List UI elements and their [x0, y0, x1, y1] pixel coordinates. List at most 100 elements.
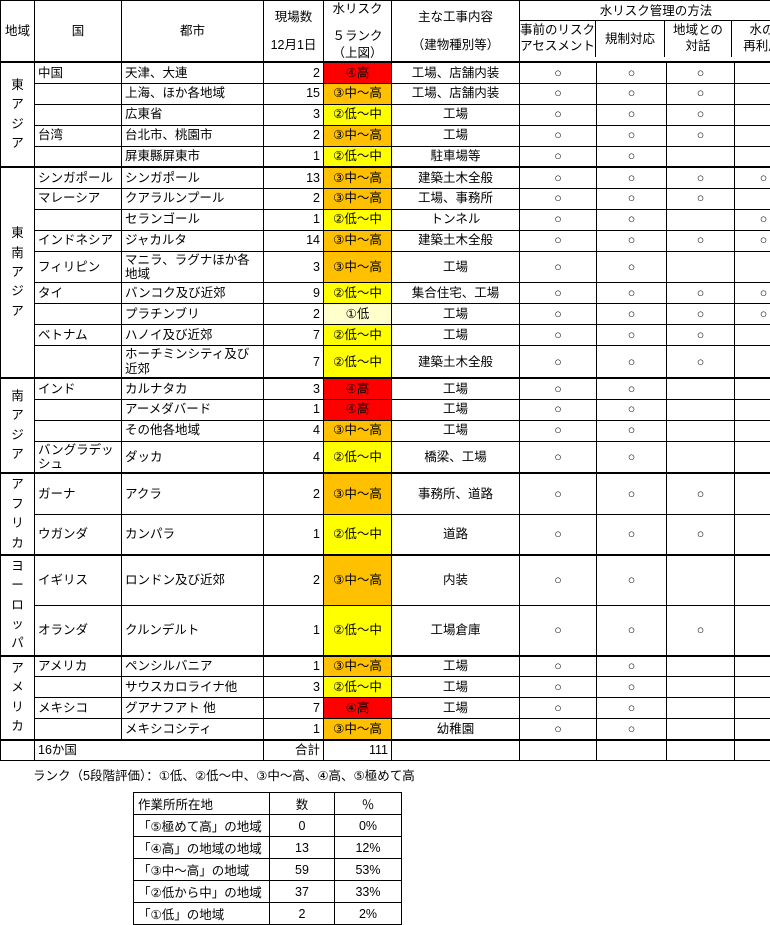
- site-count-cell: 13: [264, 167, 324, 188]
- work-content-cell: 工場: [392, 420, 520, 441]
- management-mark-cell: ○: [520, 473, 597, 514]
- page-root: 地域国都市現場数12月1日水リスク５ランク（上図）主な工事内容（建物種別等）水リ…: [0, 0, 770, 791]
- city-cell: カルナタカ: [122, 378, 264, 399]
- header-region: 地域: [1, 1, 35, 63]
- management-mark-cell: ○: [667, 125, 735, 146]
- city-cell: マニラ、ラグナほか各地域: [122, 251, 264, 283]
- summary-count: 37: [270, 881, 335, 903]
- water-risk-cell: ③中〜高: [324, 719, 392, 740]
- work-content-cell: 工場: [392, 399, 520, 420]
- water-risk-cell: ②低〜中: [324, 346, 392, 378]
- management-mark-cell: [667, 698, 735, 719]
- header-work-content: 主な工事内容（建物種別等）: [392, 1, 520, 63]
- water-risk-cell: ②低〜中: [324, 209, 392, 230]
- work-content-cell: 建築土木全般: [392, 346, 520, 378]
- site-count-cell: 1: [264, 146, 324, 167]
- water-risk-cell: ③中〜高: [324, 555, 392, 605]
- management-mark-cell: ○: [735, 230, 770, 251]
- table-row: アーメダバード1④高工場○○: [1, 399, 770, 420]
- site-count-cell: 1: [264, 209, 324, 230]
- management-mark-cell: [735, 104, 770, 125]
- management-mark-cell: ○: [597, 146, 667, 167]
- header-water-reuse: 水の再利用: [732, 21, 770, 57]
- water-risk-cell: ④高: [324, 378, 392, 399]
- management-mark-cell: ○: [520, 209, 597, 230]
- table-row: メキシコグアナフアト 他7④高工場○○: [1, 698, 770, 719]
- country-cell: ベトナム: [35, 325, 122, 346]
- management-mark-cell: ○: [520, 104, 597, 125]
- city-cell: その他各地域: [122, 420, 264, 441]
- water-risk-cell: ③中〜高: [324, 167, 392, 188]
- country-cell: タイ: [35, 283, 122, 304]
- city-cell: アクラ: [122, 473, 264, 514]
- management-mark-cell: ○: [520, 514, 597, 555]
- management-mark-cell: ○: [597, 251, 667, 283]
- country-cell: [35, 399, 122, 420]
- management-mark-cell: [735, 473, 770, 514]
- work-content-cell: 工場、事務所: [392, 188, 520, 209]
- country-cell: [35, 83, 122, 104]
- table-row: オランダクルンデルト1②低〜中工場倉庫○○○: [1, 605, 770, 655]
- site-count-cell: 2: [264, 555, 324, 605]
- site-count-cell: 7: [264, 346, 324, 378]
- management-mark-cell: [735, 514, 770, 555]
- table-row: ヨーロッパイギリスロンドン及び近郊2③中〜高内装○○: [1, 555, 770, 605]
- management-mark-cell: [735, 62, 770, 83]
- country-cell: メキシコ: [35, 698, 122, 719]
- site-count-cell: 2: [264, 304, 324, 325]
- site-count-cell: 7: [264, 698, 324, 719]
- management-mark-cell: ○: [597, 605, 667, 655]
- site-count-cell: 4: [264, 420, 324, 441]
- management-mark-cell: ○: [667, 283, 735, 304]
- country-cell: ガーナ: [35, 473, 122, 514]
- table-row: ウガンダカンパラ1②低〜中道路○○○: [1, 514, 770, 555]
- management-mark-cell: ○: [597, 125, 667, 146]
- work-content-cell: 工場、店舗内装: [392, 83, 520, 104]
- country-cell: 台湾: [35, 125, 122, 146]
- water-risk-cell: ④高: [324, 698, 392, 719]
- work-content-cell: 工場: [392, 251, 520, 283]
- management-mark-cell: ○: [667, 304, 735, 325]
- country-cell: アメリカ: [35, 656, 122, 677]
- management-mark-cell: [667, 378, 735, 399]
- city-cell: クアラルンプール: [122, 188, 264, 209]
- management-mark-cell: ○: [597, 473, 667, 514]
- city-cell: 上海、ほか各地域: [122, 83, 264, 104]
- water-risk-cell: ②低〜中: [324, 146, 392, 167]
- region-cell: アフリカ: [1, 473, 35, 555]
- site-count-cell: 2: [264, 188, 324, 209]
- country-cell: [35, 719, 122, 740]
- summary-percent: 12%: [335, 837, 402, 859]
- management-mark-cell: [735, 378, 770, 399]
- management-mark-cell: ○: [597, 441, 667, 473]
- table-row: インドネシアジャカルタ14③中〜高建築土木全般○○○○: [1, 230, 770, 251]
- management-mark-cell: [735, 188, 770, 209]
- country-cell: [35, 104, 122, 125]
- summary-location: 「①低」の地域: [134, 903, 270, 925]
- summary-row: 「④高」の地域の地域1312%: [134, 837, 402, 859]
- management-mark-cell: ○: [520, 188, 597, 209]
- header-risk-assessment: 事前のリスクアセスメント: [520, 21, 596, 57]
- work-content-cell: 工場: [392, 304, 520, 325]
- management-mark-cell: ○: [597, 304, 667, 325]
- total-blank-m4: [735, 740, 770, 761]
- management-mark-cell: ○: [520, 656, 597, 677]
- management-mark-cell: ○: [597, 677, 667, 698]
- summary-table: 作業所所在地数％「⑤極めて高」の地域00%「④高」の地域の地域1312%「③中〜…: [133, 792, 402, 925]
- summary-header-location: 作業所所在地: [134, 793, 270, 815]
- management-mark-cell: ○: [520, 555, 597, 605]
- management-mark-cell: ○: [520, 605, 597, 655]
- city-cell: セランゴール: [122, 209, 264, 230]
- work-content-cell: 工場: [392, 104, 520, 125]
- site-count-cell: 15: [264, 83, 324, 104]
- management-mark-cell: [735, 677, 770, 698]
- management-mark-cell: ○: [520, 62, 597, 83]
- table-row: 東南アジアシンガポールシンガポール13③中〜高建築土木全般○○○○: [1, 167, 770, 188]
- country-cell: 中国: [35, 62, 122, 83]
- water-risk-cell: ④高: [324, 399, 392, 420]
- management-mark-cell: ○: [667, 473, 735, 514]
- city-cell: ハノイ及び近郊: [122, 325, 264, 346]
- table-row: 広東省3②低〜中工場○○○: [1, 104, 770, 125]
- management-mark-cell: ○: [520, 378, 597, 399]
- work-content-cell: 駐車場等: [392, 146, 520, 167]
